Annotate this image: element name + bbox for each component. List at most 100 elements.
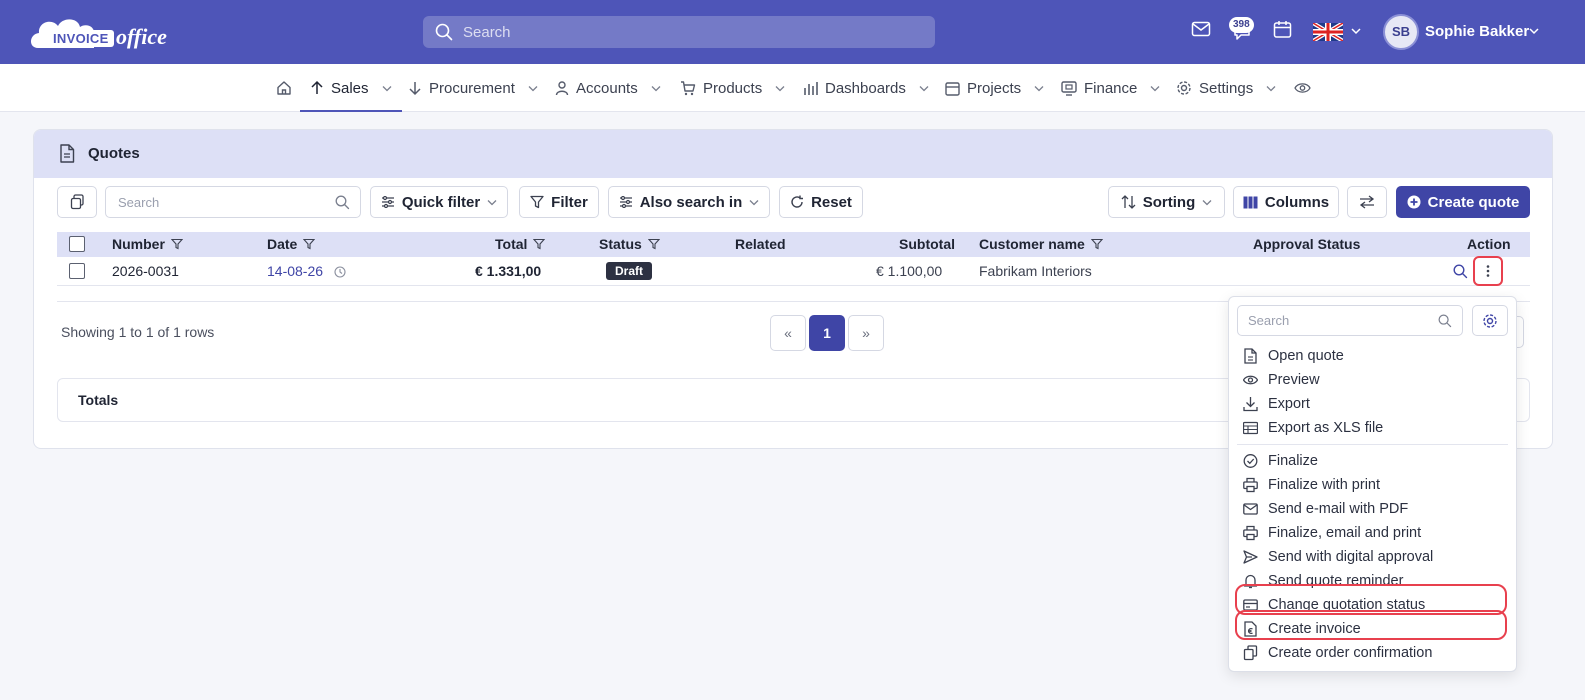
user-name[interactable]: Sophie Bakker <box>1425 23 1529 40</box>
search-icon <box>335 195 350 210</box>
chevron-down-icon <box>919 85 929 91</box>
menu-search-input[interactable] <box>1248 306 1428 335</box>
filter-icon[interactable] <box>170 238 183 250</box>
column-header-status[interactable]: Status <box>599 236 660 252</box>
filter-button[interactable]: Filter <box>519 186 599 218</box>
column-header-number[interactable]: Number <box>112 236 183 252</box>
uk-flag-icon[interactable] <box>1313 23 1343 41</box>
nav-item-dashboards[interactable]: Dashboards <box>803 64 929 112</box>
columns-button[interactable]: Columns <box>1233 186 1339 218</box>
table-row[interactable]: 2026-0031 14-08-26 € 1.331,00 Draft € 1.… <box>57 256 1530 286</box>
nav-item-products[interactable]: Products <box>680 64 785 112</box>
quick-filter-button[interactable]: Quick filter <box>370 186 508 218</box>
copy-document-icon <box>1243 645 1258 661</box>
search-icon[interactable] <box>1453 264 1468 279</box>
chevron-down-icon[interactable] <box>1351 27 1361 35</box>
cell-number[interactable]: 2026-0031 <box>112 263 179 279</box>
nav-item-label: Finance <box>1084 79 1138 97</box>
spreadsheet-icon <box>1243 421 1258 435</box>
column-header-subtotal[interactable]: Subtotal <box>899 236 955 252</box>
cell-subtotal: € 1.100,00 <box>876 263 943 279</box>
filter-icon[interactable] <box>1090 238 1103 250</box>
home-icon[interactable] <box>276 80 292 96</box>
reset-label: Reset <box>811 193 852 211</box>
column-header-approval-status[interactable]: Approval Status <box>1253 236 1360 252</box>
copy-button[interactable] <box>57 186 97 218</box>
nav-item-accounts[interactable]: Accounts <box>555 64 661 112</box>
swap-button[interactable] <box>1347 186 1387 218</box>
document-icon <box>1244 348 1257 364</box>
menu-item-preview[interactable]: Preview <box>1243 369 1505 391</box>
nav-item-label: Dashboards <box>825 79 906 97</box>
menu-item-label: Open quote <box>1268 348 1344 364</box>
menu-item-open-quote[interactable]: Open quote <box>1243 345 1505 367</box>
nav-item-label: Accounts <box>576 79 638 97</box>
cell-date[interactable]: 14-08-26 <box>267 263 323 279</box>
cart-icon <box>681 81 696 96</box>
table-search[interactable] <box>105 186 361 218</box>
totals-label: Totals <box>78 392 119 408</box>
global-search-input[interactable] <box>463 16 923 48</box>
nav-item-settings[interactable]: Settings <box>1176 64 1276 112</box>
menu-item-send-digital-approval[interactable]: Send with digital approval <box>1243 546 1505 568</box>
chevron-down-icon[interactable] <box>1529 27 1539 35</box>
column-header-total[interactable]: Total <box>495 236 546 252</box>
row-checkbox[interactable] <box>69 263 85 279</box>
status-badge: Draft <box>606 262 653 280</box>
menu-settings-button[interactable] <box>1472 305 1508 336</box>
column-header-date[interactable]: Date <box>267 236 316 252</box>
nav-item-label: Procurement <box>429 79 515 97</box>
menu-item-label: Export <box>1268 396 1310 412</box>
create-quote-button[interactable]: Create quote <box>1396 186 1530 218</box>
menu-item-send-email-pdf[interactable]: Send e-mail with PDF <box>1243 498 1505 520</box>
menu-item-finalize-with-print[interactable]: Finalize with print <box>1243 474 1505 496</box>
finance-icon <box>1061 81 1077 96</box>
chevron-down-icon <box>775 85 785 91</box>
pagination-prev-button[interactable]: « <box>770 315 806 351</box>
filter-label: Filter <box>551 193 588 211</box>
calendar-icon[interactable] <box>1273 20 1292 39</box>
logo-invoice-text: INVOICE <box>48 30 114 47</box>
sorting-button[interactable]: Sorting <box>1108 186 1225 218</box>
column-header-related[interactable]: Related <box>735 236 786 252</box>
table-search-input[interactable] <box>118 187 323 217</box>
pagination-next-button[interactable]: » <box>848 315 884 351</box>
cell-customer-name[interactable]: Fabrikam Interiors <box>979 263 1092 279</box>
menu-item-label: Preview <box>1268 372 1320 388</box>
menu-item-export[interactable]: Export <box>1243 393 1505 415</box>
nav-item-procurement[interactable]: Procurement <box>408 64 538 112</box>
kebab-menu-icon <box>1486 265 1490 277</box>
reset-button[interactable]: Reset <box>779 186 863 218</box>
main-nav: Sales Procurement Accounts Products Dash… <box>0 64 1585 112</box>
filter-icon[interactable] <box>533 238 546 250</box>
chevron-down-icon <box>1266 85 1276 91</box>
global-search[interactable] <box>423 16 935 48</box>
user-icon <box>555 81 569 96</box>
menu-item-finalize[interactable]: Finalize <box>1243 450 1505 472</box>
filter-icon[interactable] <box>303 238 316 250</box>
menu-search[interactable] <box>1237 305 1463 336</box>
document-icon <box>60 144 75 163</box>
copy-icon <box>70 194 84 210</box>
menu-divider <box>1237 444 1508 445</box>
invoiceoffice-logo[interactable]: INVOICE office <box>30 14 178 50</box>
nav-item-projects[interactable]: Projects <box>945 64 1044 112</box>
gear-icon <box>1483 313 1497 328</box>
nav-item-sales[interactable]: Sales <box>300 64 402 112</box>
select-all-checkbox[interactable] <box>69 236 85 252</box>
also-search-in-button[interactable]: Also search in <box>608 186 770 218</box>
chevron-down-icon <box>1202 199 1212 205</box>
filter-icon[interactable] <box>647 238 660 250</box>
menu-item-create-order-confirmation[interactable]: Create order confirmation <box>1243 642 1505 664</box>
mail-icon[interactable] <box>1191 20 1211 38</box>
menu-item-export-xls[interactable]: Export as XLS file <box>1243 417 1505 439</box>
search-icon <box>1438 314 1452 328</box>
eye-icon[interactable] <box>1294 82 1311 94</box>
notification-badge: 398 <box>1229 17 1254 33</box>
nav-item-finance[interactable]: Finance <box>1061 64 1160 112</box>
avatar[interactable]: SB <box>1383 14 1419 50</box>
column-header-customer-name[interactable]: Customer name <box>979 236 1103 252</box>
menu-item-finalize-email-print[interactable]: Finalize, email and print <box>1243 522 1505 544</box>
row-actions-button[interactable] <box>1473 256 1503 286</box>
pagination-page-1[interactable]: 1 <box>809 315 845 351</box>
